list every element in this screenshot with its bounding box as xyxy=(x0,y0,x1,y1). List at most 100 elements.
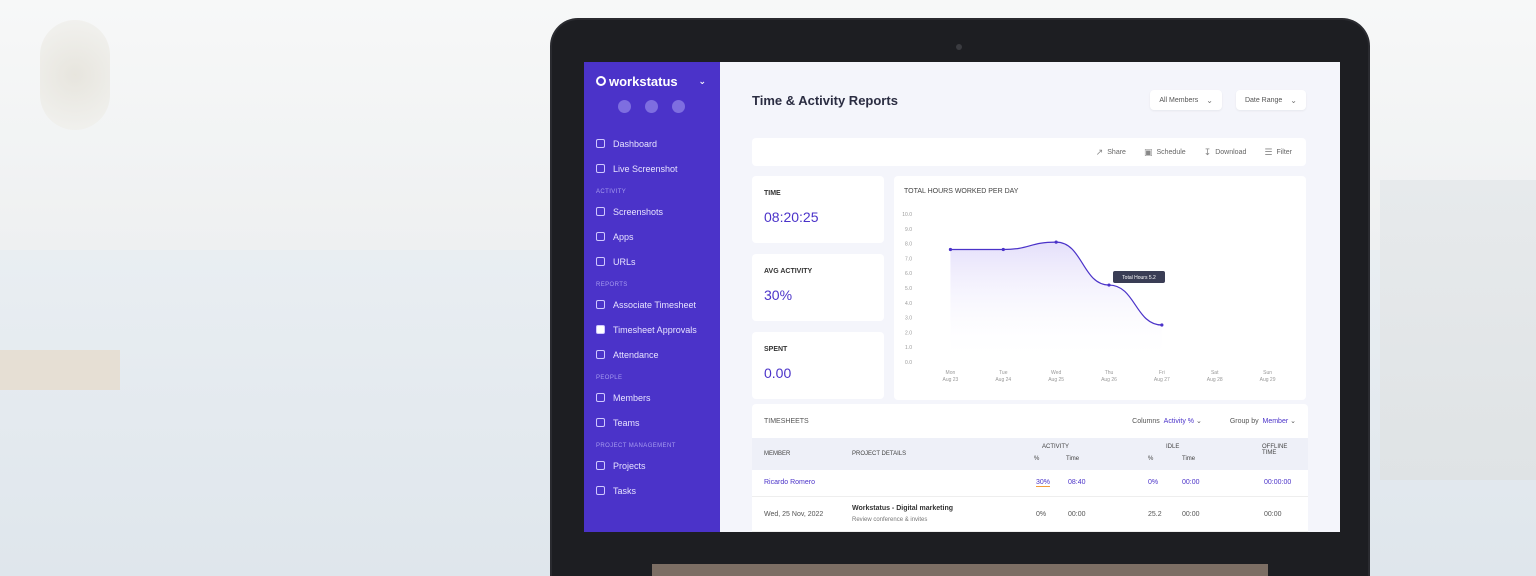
sidebar-item-label: Timesheet Approvals xyxy=(613,324,697,335)
quick-action-icon[interactable] xyxy=(672,100,685,113)
sidebar-item-label: Members xyxy=(613,392,651,403)
column-header[interactable]: IDLE xyxy=(1166,444,1179,450)
x-tick-label: Sat xyxy=(1211,370,1219,376)
sidebar-item-live-screenshot[interactable]: Live Screenshot xyxy=(596,156,720,181)
stat-label: TIME xyxy=(764,190,781,197)
project-name: Workstatus - Digital marketing xyxy=(852,505,954,512)
share-button[interactable]: ↗ Share xyxy=(1096,147,1126,158)
filter-icon: ☰ xyxy=(1264,146,1273,157)
folder-icon xyxy=(596,461,605,470)
quick-action-icon[interactable] xyxy=(618,100,631,113)
date-range-dropdown[interactable]: Date Range ⌄ xyxy=(1235,90,1306,110)
action-label: Share xyxy=(1107,148,1126,156)
header-filters: All Members ⌄ Date Range ⌄ xyxy=(1150,90,1306,110)
action-label: Download xyxy=(1215,148,1247,156)
hours-chart: 0.01.02.03.04.05.06.07.08.09.010.0MonAug… xyxy=(902,212,1275,383)
member-link[interactable]: Ricardo Romero xyxy=(764,479,815,486)
dropdown-value: Date Range xyxy=(1244,96,1283,104)
group-by-filter[interactable]: Group by Member ⌄ xyxy=(1230,417,1296,425)
stat-value: 30% xyxy=(764,287,793,303)
column-header[interactable]: OFFLINE TIME xyxy=(1262,444,1298,456)
activity-percent: 0% xyxy=(1036,511,1047,518)
download-button[interactable]: ↧ Download xyxy=(1204,147,1247,158)
sidebar-item-screenshots[interactable]: Screenshots xyxy=(596,199,720,224)
x-tick-label: Aug 25 xyxy=(1048,377,1064,383)
column-header[interactable]: ACTIVITY xyxy=(1042,444,1069,450)
sidebar-item-label: Tasks xyxy=(613,485,637,496)
summary-row: TIME 08:20:25 AVG ACTIVITY 30% SPENT 0.0… xyxy=(752,176,1306,400)
background-glass xyxy=(1380,180,1536,480)
x-tick-label: Aug 28 xyxy=(1207,377,1223,383)
webcam xyxy=(956,44,962,50)
stat-label: AVG ACTIVITY xyxy=(764,268,813,275)
sidebar-item-label: URLs xyxy=(613,256,636,267)
x-tick-label: Thu xyxy=(1105,370,1114,376)
stat-card-activity: AVG ACTIVITY 30% xyxy=(752,254,884,321)
chevron-down-icon[interactable]: ⌄ xyxy=(698,76,706,87)
table-row[interactable]: Wed, 25 Nov, 2022 Workstatus - Digital m… xyxy=(752,497,1308,532)
table-title: TIMESHEETS xyxy=(764,417,809,425)
idle-time: 00:00 xyxy=(1182,479,1200,486)
column-header[interactable]: PROJECT DETAILS xyxy=(852,451,906,457)
sidebar-item-teams[interactable]: Teams xyxy=(596,410,720,435)
chevron-down-icon: ⌄ xyxy=(1206,95,1213,105)
activity-percent: 30% xyxy=(1036,479,1051,487)
sidebar-item-label: Apps xyxy=(613,231,634,242)
team-icon xyxy=(596,418,605,427)
stat-cards: TIME 08:20:25 AVG ACTIVITY 30% SPENT 0.0… xyxy=(752,176,884,400)
y-tick-label: 4.0 xyxy=(905,301,912,307)
subcolumn-header: Time xyxy=(1066,456,1080,462)
quick-actions xyxy=(618,100,720,113)
filter-button[interactable]: ☰ Filter xyxy=(1264,147,1292,158)
subcolumn-header: Time xyxy=(1182,456,1196,462)
action-bar: ↗ Share ▣ Schedule ↧ Download ☰ Filter xyxy=(752,138,1306,166)
chart-tooltip-text: Total Hours 5.2 xyxy=(1122,275,1156,281)
x-tick-label: Aug 23 xyxy=(942,377,958,383)
table-row[interactable]: Ricardo Romero 30% 08:40 0% 00:00 00:00:… xyxy=(752,470,1308,497)
y-tick-label: 3.0 xyxy=(905,316,912,322)
stat-label: SPENT xyxy=(764,346,788,353)
filter-label: Columns xyxy=(1132,418,1160,425)
sidebar-item-projects[interactable]: Projects xyxy=(596,453,720,478)
sidebar-section-title: ACTIVITY xyxy=(596,189,627,195)
background-plant xyxy=(40,20,110,130)
idle-time: 00:00 xyxy=(1182,511,1200,518)
sidebar-item-tasks[interactable]: Tasks xyxy=(596,478,720,503)
filter-value: Activity % xyxy=(1163,418,1194,425)
y-tick-label: 8.0 xyxy=(905,242,912,248)
idle-percent: 0% xyxy=(1148,479,1159,486)
sidebar-item-urls[interactable]: URLs xyxy=(596,249,720,274)
user-icon xyxy=(596,393,605,402)
share-icon: ↗ xyxy=(1095,146,1104,157)
columns-filter[interactable]: Columns Activity % ⌄ xyxy=(1132,417,1202,425)
sidebar-item-members[interactable]: Members xyxy=(596,385,720,410)
filter-value: Member xyxy=(1262,418,1289,425)
chart-point xyxy=(1054,240,1058,244)
checkbox-icon xyxy=(596,325,605,334)
sidebar-item-timesheet-approvals[interactable]: Timesheet Approvals xyxy=(596,317,720,342)
x-tick-label: Aug 27 xyxy=(1154,377,1170,383)
table-columns: MEMBER PROJECT DETAILS ACTIVITY % Time I… xyxy=(752,438,1308,470)
document-icon xyxy=(596,300,605,309)
sidebar-item-label: Projects xyxy=(613,460,646,471)
x-tick-label: Wed xyxy=(1051,370,1061,376)
logo-icon xyxy=(596,76,606,86)
laptop: workstatus ⌄ Dashboard Live Screenshot A… xyxy=(552,20,1368,576)
sidebar-item-attendance[interactable]: Attendance xyxy=(596,342,720,367)
x-tick-label: Aug 24 xyxy=(995,377,1011,383)
column-header[interactable]: MEMBER xyxy=(764,451,790,457)
chevron-down-icon: ⌄ xyxy=(1290,95,1297,105)
quick-action-icon[interactable] xyxy=(645,100,658,113)
sidebar-item-associate-timesheet[interactable]: Associate Timesheet xyxy=(596,292,720,317)
stat-card-spent: SPENT 0.00 xyxy=(752,332,884,399)
y-tick-label: 6.0 xyxy=(905,271,912,277)
stat-card-time: TIME 08:20:25 xyxy=(752,176,884,243)
sidebar-item-apps[interactable]: Apps xyxy=(596,224,720,249)
sidebar-item-label: Dashboard xyxy=(613,138,658,149)
schedule-button[interactable]: ▣ Schedule xyxy=(1144,147,1186,158)
action-label: Schedule xyxy=(1156,148,1186,156)
laptop-hinge xyxy=(652,564,1268,576)
members-dropdown[interactable]: All Members ⌄ xyxy=(1150,90,1222,110)
brand[interactable]: workstatus ⌄ xyxy=(596,72,720,90)
sidebar-item-dashboard[interactable]: Dashboard xyxy=(596,131,720,156)
